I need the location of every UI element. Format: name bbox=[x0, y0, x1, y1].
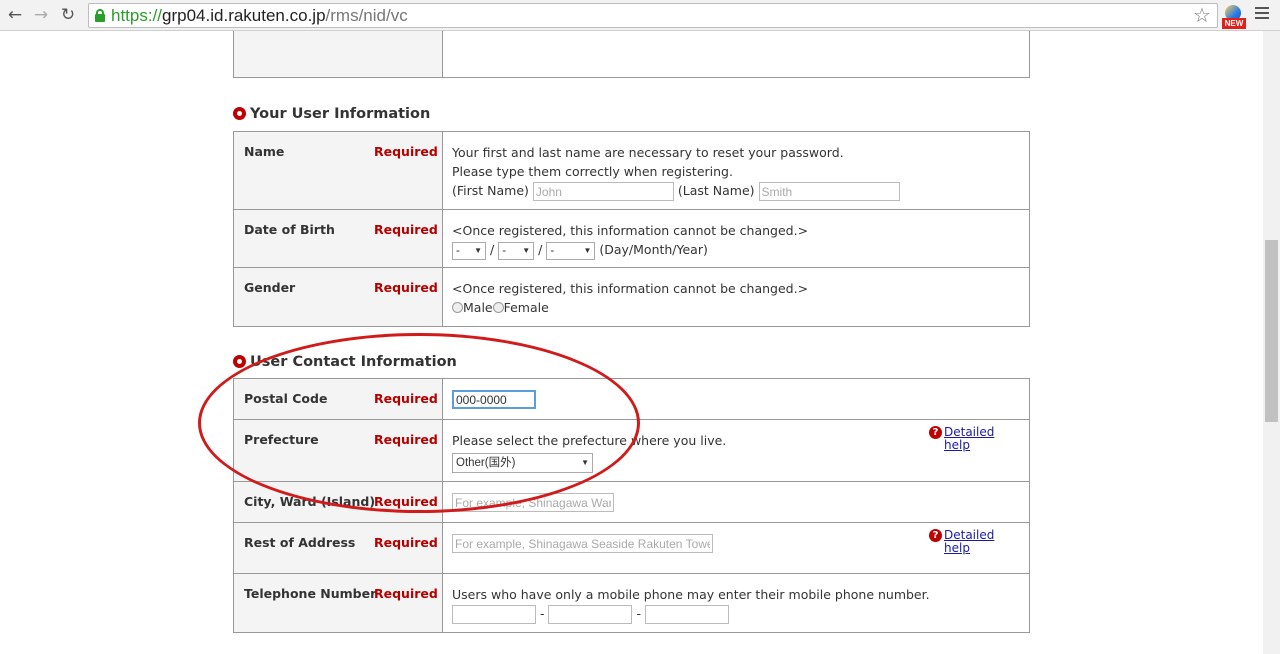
postal-row: Postal Code Required bbox=[234, 379, 1029, 420]
forward-arrow-icon[interactable]: → bbox=[31, 5, 51, 25]
male-label: Male bbox=[463, 300, 493, 315]
gender-note: <Once registered, this information canno… bbox=[452, 281, 809, 296]
prefecture-select[interactable]: Other(国外) ▼ bbox=[452, 452, 593, 473]
rest-address-help-link[interactable]: Detailed help bbox=[944, 529, 994, 555]
required-label: Required bbox=[374, 535, 438, 550]
prefecture-help: ? Detailed help bbox=[929, 426, 994, 452]
phone-row: Telephone Number Required Users who have … bbox=[234, 574, 1029, 632]
scrollbar-thumb[interactable] bbox=[1265, 240, 1278, 422]
name-note-1: Your first and last name are necessary t… bbox=[452, 145, 844, 160]
phone-part-2-input[interactable] bbox=[548, 605, 633, 624]
page-content: Your User Information Name Required Your … bbox=[0, 31, 1263, 654]
gender-row: Gender Required <Once registered, this in… bbox=[234, 268, 1029, 326]
prefecture-help-link[interactable]: Detailed help bbox=[944, 426, 994, 452]
gender-label: Gender bbox=[244, 280, 296, 295]
required-label: Required bbox=[374, 280, 438, 295]
city-input[interactable] bbox=[452, 493, 614, 512]
day-select[interactable]: - ▼ bbox=[452, 241, 486, 260]
lock-icon bbox=[95, 9, 105, 22]
required-label: Required bbox=[374, 144, 438, 159]
rest-address-label: Rest of Address bbox=[244, 535, 356, 550]
section-bullet-icon bbox=[233, 355, 246, 368]
contact-info-heading: User Contact Information bbox=[233, 354, 457, 370]
prefecture-row: Prefecture Required Please select the pre… bbox=[234, 420, 1029, 482]
url-text: https://grp04.id.rakuten.co.jp/rms/nid/v… bbox=[111, 6, 408, 25]
city-label: City, Ward (Island) bbox=[244, 494, 376, 509]
rest-address-help: ? Detailed help bbox=[929, 529, 994, 555]
menu-icon[interactable] bbox=[1255, 7, 1269, 22]
browser-toolbar: ← → ↻ https://grp04.id.rakuten.co.jp/rms… bbox=[0, 0, 1280, 31]
female-label: Female bbox=[503, 300, 549, 315]
section-bullet-icon bbox=[233, 107, 246, 120]
name-row: Name Required Your first and last name ar… bbox=[234, 132, 1029, 210]
previous-section-table bbox=[233, 31, 1030, 78]
reload-icon[interactable]: ↻ bbox=[58, 5, 78, 25]
dob-note: <Once registered, this information canno… bbox=[452, 223, 809, 238]
phone-part-3-input[interactable] bbox=[644, 605, 729, 624]
postal-label: Postal Code bbox=[244, 391, 328, 406]
vertical-scrollbar[interactable] bbox=[1263, 31, 1280, 654]
dob-format-hint: (Day/Month/Year) bbox=[599, 242, 708, 257]
prefecture-label: Prefecture bbox=[244, 432, 319, 447]
month-select[interactable]: - ▼ bbox=[498, 241, 535, 260]
first-name-input[interactable] bbox=[532, 182, 674, 201]
required-label: Required bbox=[374, 494, 438, 509]
required-label: Required bbox=[374, 586, 438, 601]
last-name-input[interactable] bbox=[758, 182, 900, 201]
contact-info-table: Postal Code Required Prefecture Required P… bbox=[233, 378, 1030, 633]
required-label: Required bbox=[374, 432, 438, 447]
required-label: Required bbox=[374, 222, 438, 237]
rest-address-row: Rest of Address Required ?Detailedhelp bbox=[234, 523, 1029, 574]
phone-label: Telephone Number bbox=[244, 586, 377, 601]
address-bar[interactable]: https://grp04.id.rakuten.co.jp/rms/nid/v… bbox=[88, 3, 1218, 28]
year-select[interactable]: - ▼ bbox=[546, 241, 596, 260]
phone-part-1-input[interactable] bbox=[452, 605, 536, 624]
female-radio[interactable] bbox=[492, 302, 504, 313]
help-icon: ? bbox=[929, 426, 942, 439]
first-name-label: (First Name) bbox=[452, 183, 529, 198]
user-info-table: Name Required Your first and last name ar… bbox=[233, 131, 1030, 327]
rest-address-input[interactable] bbox=[452, 534, 713, 553]
star-icon[interactable]: ☆ bbox=[1193, 3, 1211, 27]
postal-code-input[interactable] bbox=[452, 390, 536, 409]
help-icon: ? bbox=[929, 529, 942, 542]
back-arrow-icon[interactable]: ← bbox=[5, 5, 25, 25]
male-radio[interactable] bbox=[452, 302, 463, 313]
dob-row: Date of Birth Required <Once registered, … bbox=[234, 210, 1029, 268]
name-label: Name bbox=[244, 144, 285, 159]
required-label: Required bbox=[374, 391, 438, 406]
extension-icon[interactable]: NEW bbox=[1222, 5, 1246, 29]
city-row: City, Ward (Island) Required bbox=[234, 482, 1029, 523]
last-name-label: (Last Name) bbox=[677, 183, 755, 198]
phone-note: Users who have only a mobile phone may e… bbox=[452, 587, 930, 602]
dob-label: Date of Birth bbox=[244, 222, 335, 237]
user-info-heading: Your User Information bbox=[233, 106, 430, 122]
name-note-2: Please type them correctly when register… bbox=[452, 164, 733, 179]
extension-badge: NEW bbox=[1222, 18, 1246, 29]
